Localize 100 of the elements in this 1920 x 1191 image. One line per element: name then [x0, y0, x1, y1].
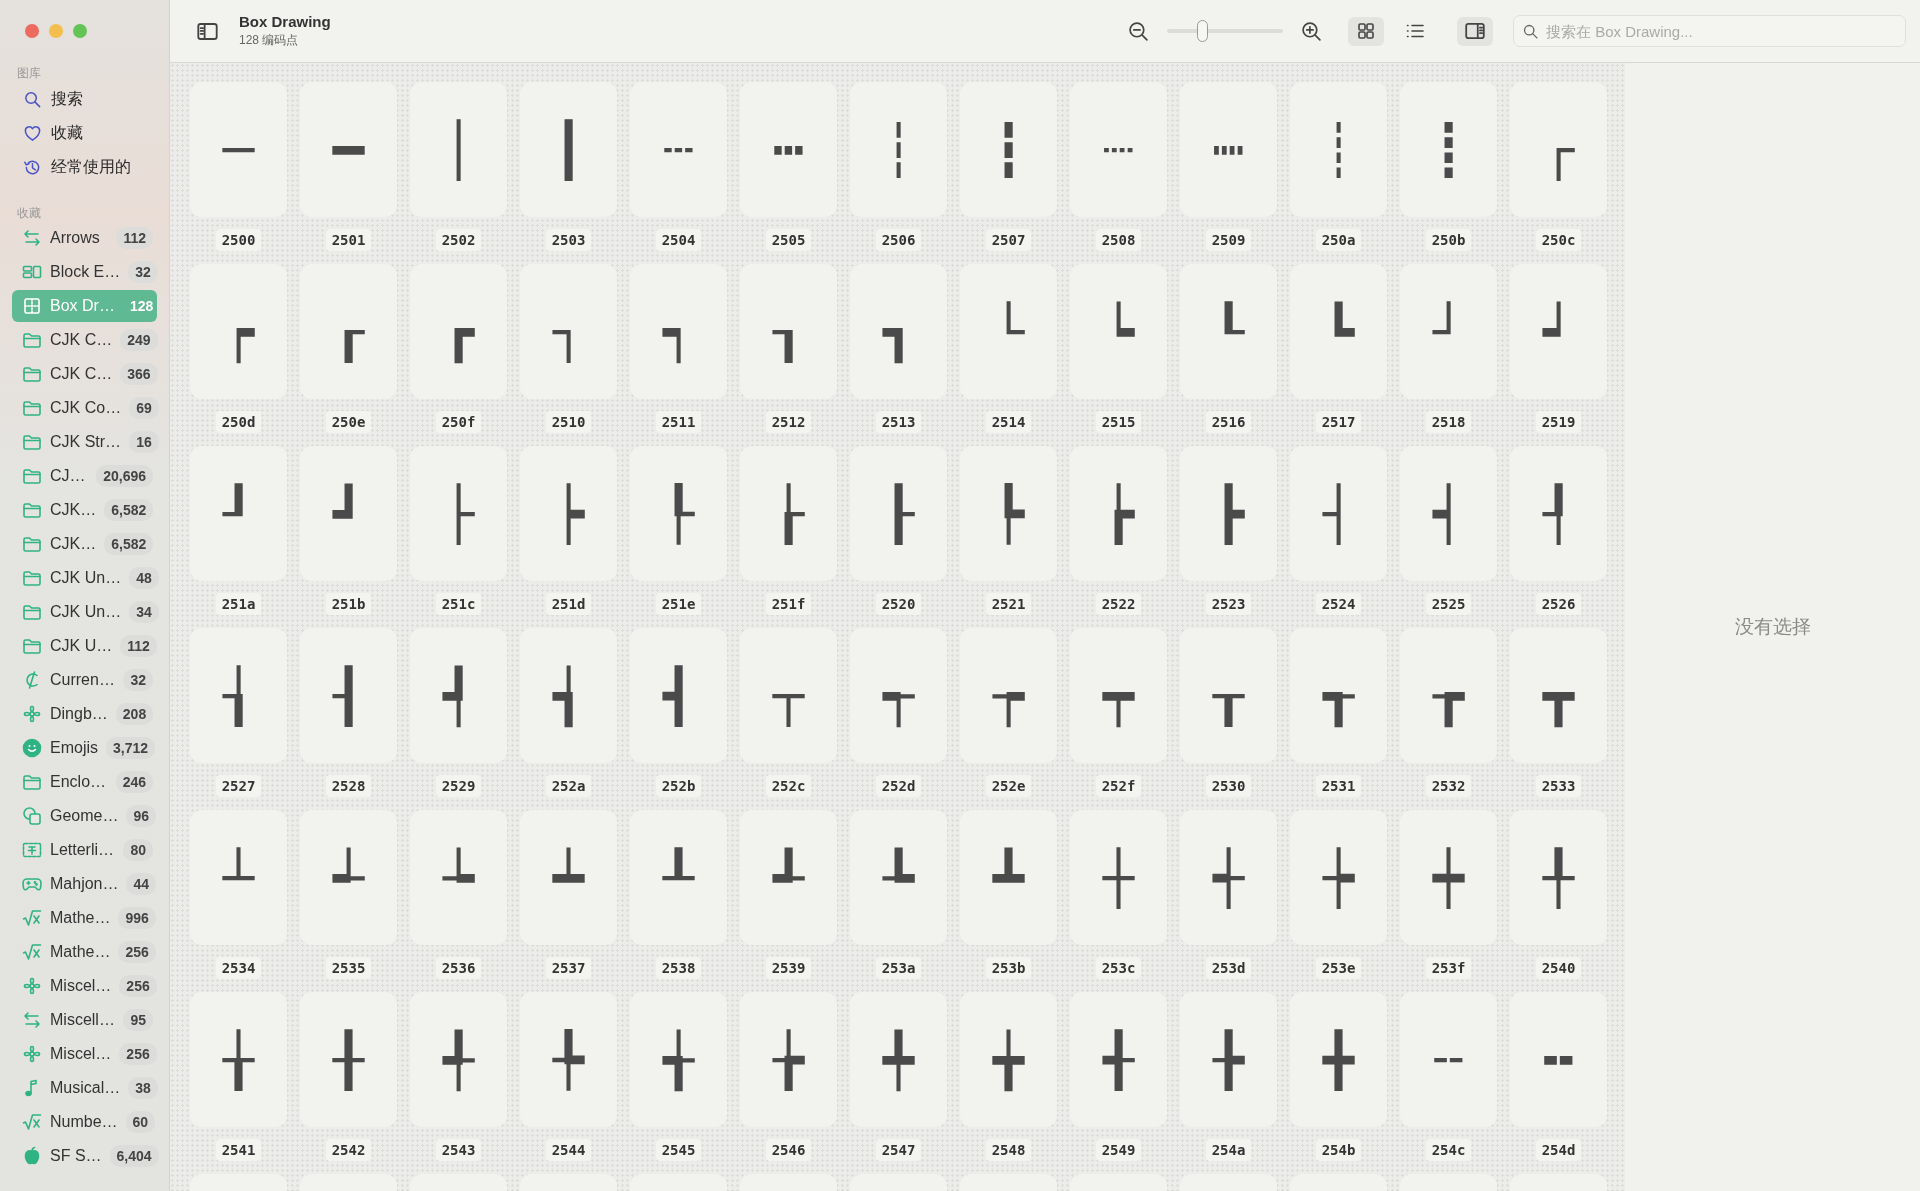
- sidebar-item[interactable]: Mahjon… 44: [12, 868, 157, 900]
- glyph-tile[interactable]: ╁: [190, 992, 287, 1127]
- glyph-tile[interactable]: ┥: [1400, 446, 1497, 581]
- sidebar-item[interactable]: CJK… 6,582: [12, 494, 157, 526]
- glyph-tile[interactable]: ┋: [1400, 82, 1497, 217]
- glyph-tile[interactable]: ┵: [300, 810, 397, 945]
- glyph-tile[interactable]: ┃: [520, 82, 617, 217]
- glyph-tile[interactable]: ┚: [190, 446, 287, 581]
- glyph-tile[interactable]: ┇: [960, 82, 1057, 217]
- glyph-tile[interactable]: ┤: [1290, 446, 1387, 581]
- slider-thumb[interactable]: [1196, 20, 1208, 42]
- glyph-tile[interactable]: ┽: [1180, 810, 1277, 945]
- glyph-tile[interactable]: ┳: [1510, 628, 1607, 763]
- glyph-tile[interactable]: ┓: [850, 264, 947, 399]
- glyph-tile[interactable]: ─: [190, 82, 287, 217]
- glyph-tile[interactable]: ┯: [1070, 628, 1167, 763]
- sidebar-item[interactable]: Dingb… 208: [12, 698, 157, 730]
- glyph-tile[interactable]: ├: [410, 446, 507, 581]
- glyph-tile[interactable]: ┛: [300, 446, 397, 581]
- glyph-tile[interactable]: ┙: [1510, 264, 1607, 399]
- glyph-tile[interactable]: ┼: [1070, 810, 1167, 945]
- glyph-tile[interactable]: ╋: [1290, 992, 1387, 1127]
- glyph-tile[interactable]: ┪: [520, 628, 617, 763]
- glyph-tile[interactable]: ┱: [1290, 628, 1387, 763]
- glyph-tile[interactable]: ┄: [630, 82, 727, 217]
- glyph-tile[interactable]: ┢: [1070, 446, 1167, 581]
- glyph-tile[interactable]: ┎: [300, 264, 397, 399]
- sidebar-item[interactable]: 收藏: [51, 122, 83, 144]
- sidebar-item[interactable]: Miscel… 256: [12, 970, 157, 1002]
- glyph-tile[interactable]: ┺: [850, 810, 947, 945]
- glyph-tile[interactable]: ┲: [1400, 628, 1497, 763]
- glyph-tile[interactable]: ┘: [1400, 264, 1497, 399]
- sidebar-item[interactable]: CJK Un… 34: [12, 596, 157, 628]
- glyph-tile[interactable]: ┷: [520, 810, 617, 945]
- sidebar-item[interactable]: Mathe… 996: [12, 902, 157, 934]
- glyph-tile[interactable]: ┍: [190, 264, 287, 399]
- sidebar-item[interactable]: CJK C… 366: [12, 358, 157, 390]
- glyph-tile[interactable]: ┩: [410, 628, 507, 763]
- glyph-tile[interactable]: ╆: [740, 992, 837, 1127]
- zoom-slider[interactable]: [1167, 19, 1283, 43]
- inspector-toggle-button[interactable]: [1457, 16, 1493, 46]
- sidebar-item[interactable]: Mathe… 256: [12, 936, 157, 968]
- glyph-tile[interactable]: ╇: [850, 992, 947, 1127]
- glyph-tile[interactable]: │: [410, 82, 507, 217]
- glyph-tile[interactable]: ┉: [1180, 82, 1277, 217]
- sidebar-item[interactable]: CJK Un… 48: [12, 562, 157, 594]
- glyph-tile[interactable]: ┭: [850, 628, 947, 763]
- glyph-tile[interactable]: └: [960, 264, 1057, 399]
- glyph-tile[interactable]: ╅: [630, 992, 727, 1127]
- glyph-tile[interactable]: ┒: [740, 264, 837, 399]
- sidebar-item[interactable]: Musical… 38: [12, 1072, 157, 1104]
- sidebar-item[interactable]: 经常使用的: [51, 156, 131, 178]
- glyph-tile[interactable]: ┐: [520, 264, 617, 399]
- sidebar-item[interactable]: Curren… 32: [12, 664, 157, 696]
- glyph-tile[interactable]: ┻: [960, 810, 1057, 945]
- glyph-tile[interactable]: ━: [300, 82, 397, 217]
- glyph-tile[interactable]: ┌: [1510, 82, 1607, 217]
- glyph-tile[interactable]: ╍: [1510, 992, 1607, 1127]
- glyph-tile[interactable]: ╉: [1070, 992, 1167, 1127]
- glyph-tile[interactable]: ┧: [190, 628, 287, 763]
- glyph-tile[interactable]: ┞: [630, 446, 727, 581]
- glyph-tile[interactable]: ╃: [410, 992, 507, 1127]
- glyph-tile[interactable]: ┿: [1400, 810, 1497, 945]
- sidebar-item[interactable]: Enclo… 246: [12, 766, 157, 798]
- glyph-tile[interactable]: ┝: [520, 446, 617, 581]
- glyph-tile[interactable]: ╊: [1180, 992, 1277, 1127]
- sidebar-item[interactable]: CJK… 6,582: [12, 528, 157, 560]
- glyph-tile[interactable]: ┮: [960, 628, 1057, 763]
- glyph-tile[interactable]: ┹: [740, 810, 837, 945]
- glyph-tile[interactable]: ┴: [190, 810, 287, 945]
- grid-view-button[interactable]: [1348, 16, 1384, 46]
- glyph-tile[interactable]: ┣: [1180, 446, 1277, 581]
- glyph-tile[interactable]: ┨: [300, 628, 397, 763]
- sidebar-item[interactable]: CJK Str… 16: [12, 426, 157, 458]
- glyph-tile[interactable]: ┊: [1290, 82, 1387, 217]
- sidebar-item[interactable]: Miscell… 95: [12, 1004, 157, 1036]
- glyph-tile[interactable]: ┖: [1180, 264, 1277, 399]
- glyph-tile[interactable]: ┡: [960, 446, 1057, 581]
- sidebar-item[interactable]: Miscel… 256: [12, 1038, 157, 1070]
- sidebar-item[interactable]: Letterli… 80: [12, 834, 157, 866]
- sidebar-item[interactable]: CJK C… 249: [12, 324, 157, 356]
- glyph-tile[interactable]: ┫: [630, 628, 727, 763]
- minimize-button[interactable]: [49, 24, 63, 38]
- glyph-tile[interactable]: ┦: [1510, 446, 1607, 581]
- glyph-tile[interactable]: ┆: [850, 82, 947, 217]
- sidebar-item[interactable]: 搜索: [51, 88, 83, 110]
- sidebar-item[interactable]: Emojis 3,712: [12, 732, 157, 764]
- glyph-tile[interactable]: ╌: [1400, 992, 1497, 1127]
- glyph-tile[interactable]: ╂: [300, 992, 397, 1127]
- sidebar-item[interactable]: Block E… 32: [12, 256, 157, 288]
- glyph-tile[interactable]: ┑: [630, 264, 727, 399]
- glyph-tile[interactable]: ┸: [630, 810, 727, 945]
- glyph-tile[interactable]: ╄: [520, 992, 617, 1127]
- zoom-button[interactable]: [73, 24, 87, 38]
- sidebar-item[interactable]: CJ… 20,696: [12, 460, 157, 492]
- glyph-tile[interactable]: ┗: [1290, 264, 1387, 399]
- glyph-tile[interactable]: ┕: [1070, 264, 1167, 399]
- glyph-tile[interactable]: ╈: [960, 992, 1057, 1127]
- glyph-tile[interactable]: ┈: [1070, 82, 1167, 217]
- sidebar-item[interactable]: Arrows 112: [12, 222, 157, 254]
